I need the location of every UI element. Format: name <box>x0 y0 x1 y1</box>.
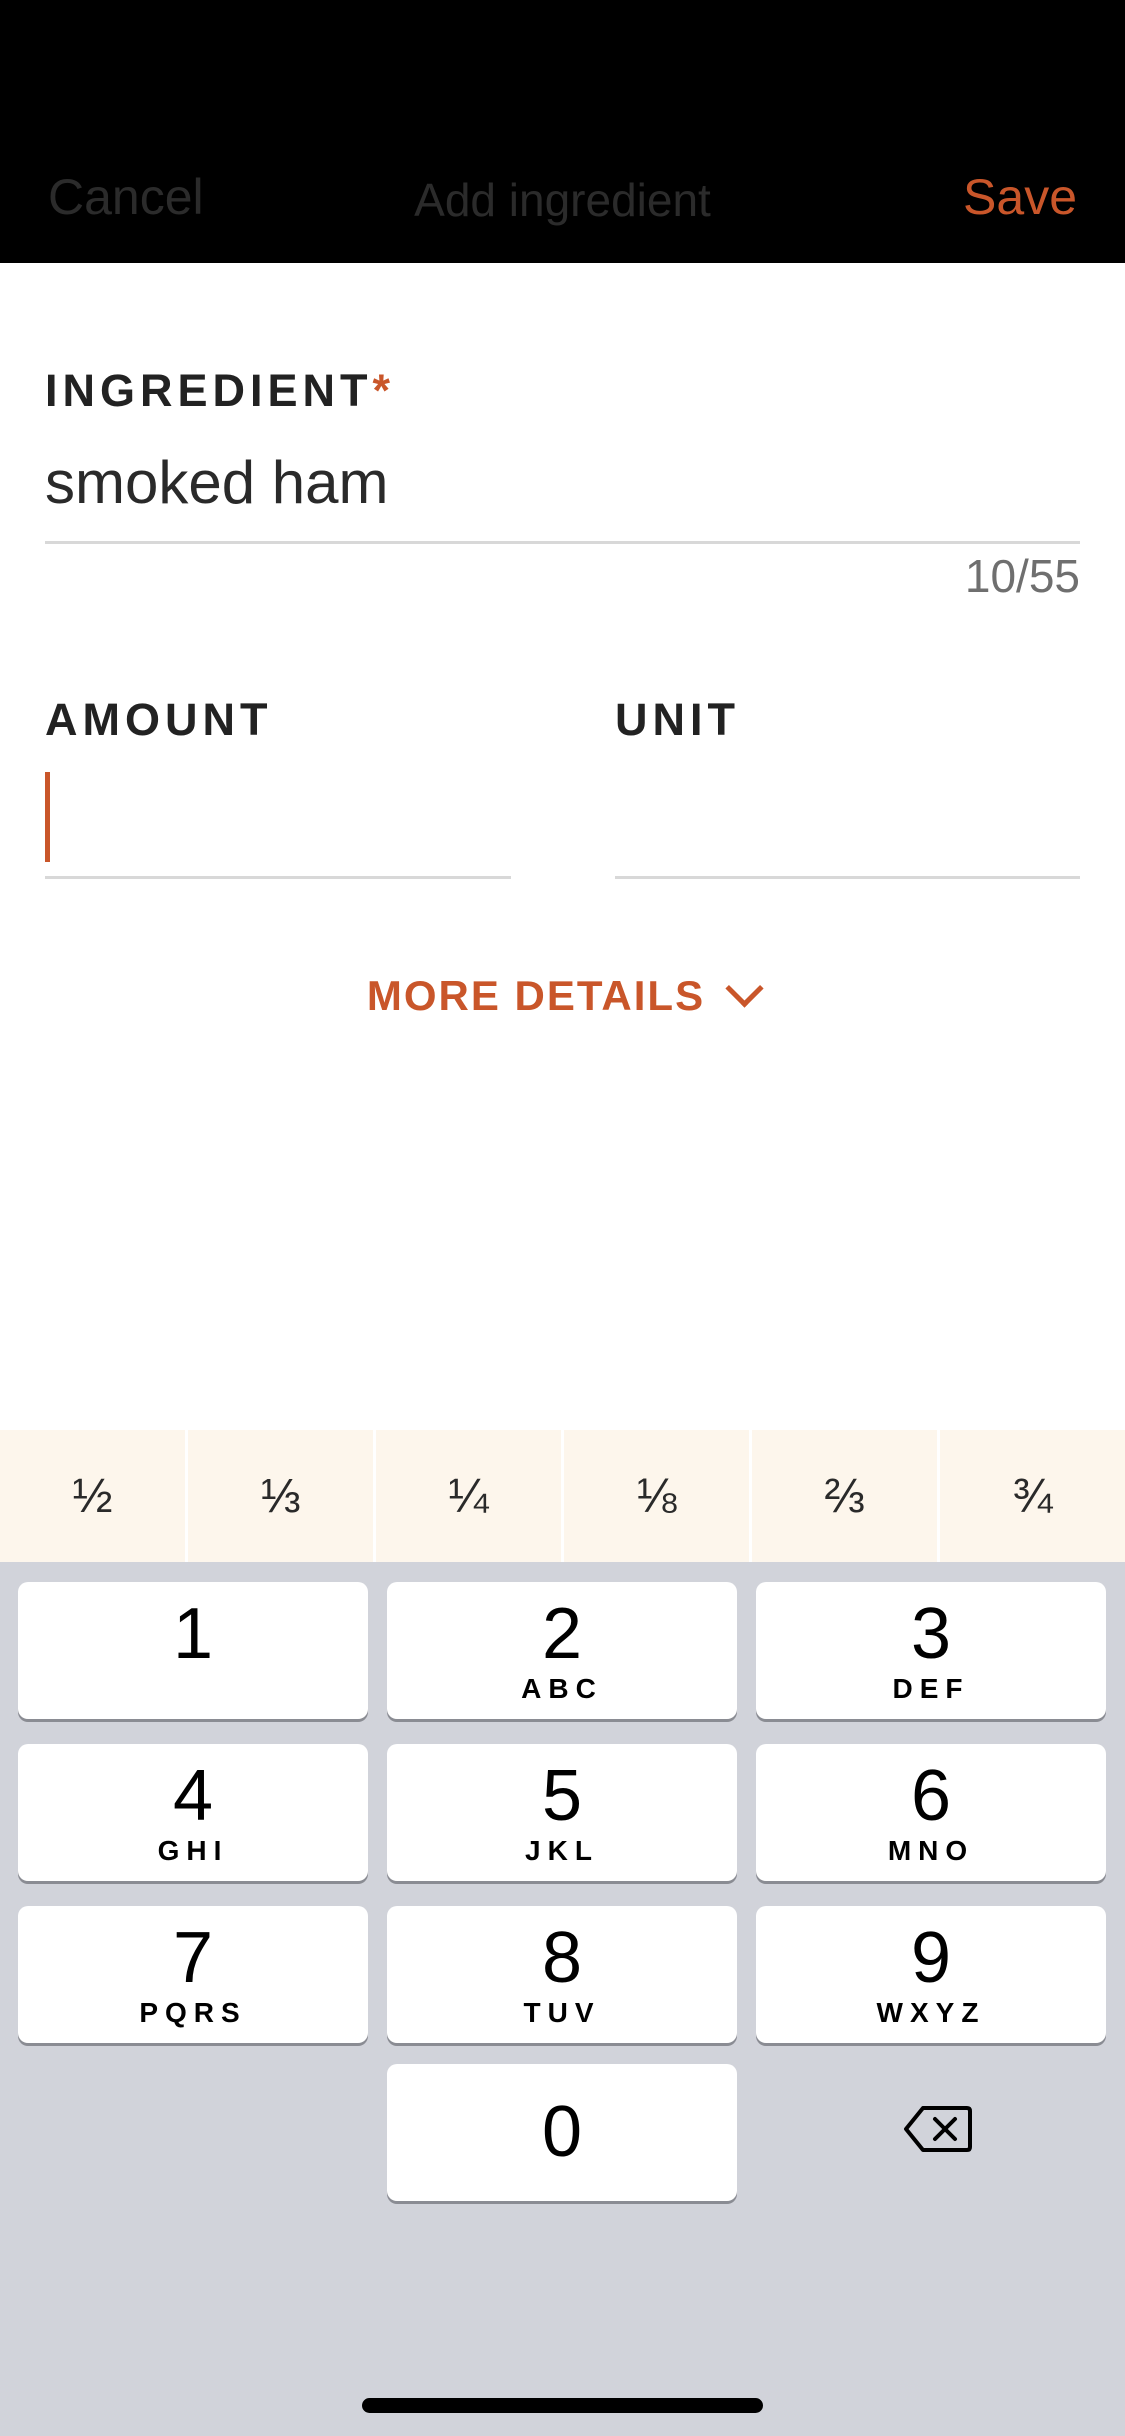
key-5[interactable]: 5 JKL <box>387 1744 737 1881</box>
fraction-key-third[interactable]: ⅓ <box>188 1430 376 1562</box>
character-counter: 10/55 <box>964 550 1080 602</box>
key-digit: 7 <box>172 1918 214 1998</box>
add-ingredient-screen: Cancel Add ingredient Save INGREDIENT* s… <box>0 0 1125 2436</box>
key-1[interactable]: 1 <box>18 1582 368 1719</box>
delete-key[interactable] <box>903 2104 973 2154</box>
key-0[interactable]: 0 <box>387 2064 737 2201</box>
fraction-key-two-thirds[interactable]: ⅔ <box>752 1430 940 1562</box>
more-details-label: MORE DETAILS <box>366 972 706 1019</box>
key-digit: 1 <box>172 1594 214 1674</box>
key-4[interactable]: 4 GHI <box>18 1744 368 1881</box>
home-indicator[interactable] <box>362 2398 763 2413</box>
unit-underline <box>615 876 1080 879</box>
key-digit: 2 <box>541 1594 583 1674</box>
numeric-keypad: 1 2 ABC 3 DEF 4 GHI 5 JKL 6 MNO 7 PQRS 8… <box>0 1562 1125 2436</box>
amount-underline <box>45 876 511 879</box>
ingredient-label: INGREDIENT* <box>45 366 395 416</box>
backspace-icon <box>904 2106 972 2152</box>
amount-input[interactable] <box>45 760 511 870</box>
key-letters: GHI <box>157 1835 229 1866</box>
key-digit: 3 <box>910 1594 952 1674</box>
key-9[interactable]: 9 WXYZ <box>756 1906 1106 2043</box>
more-details-button[interactable]: MORE DETAILS <box>0 968 1125 1024</box>
amount-label: AMOUNT <box>45 694 273 745</box>
key-3[interactable]: 3 DEF <box>756 1582 1106 1719</box>
unit-input[interactable] <box>615 760 1080 870</box>
key-letters: JKL <box>525 1835 599 1866</box>
fraction-bar: ½ ⅓ ¼ ⅛ ⅔ ¾ <box>0 1430 1125 1562</box>
key-8[interactable]: 8 TUV <box>387 1906 737 2043</box>
key-letters: MNO <box>887 1835 975 1866</box>
key-digit: 8 <box>541 1918 583 1998</box>
key-letters: WXYZ <box>876 1997 986 2028</box>
unit-label: UNIT <box>615 694 740 745</box>
page-title: Add ingredient <box>414 174 711 226</box>
ingredient-label-text: INGREDIENT <box>45 365 373 416</box>
fraction-key-half[interactable]: ½ <box>0 1430 188 1562</box>
key-digit: 6 <box>910 1756 952 1836</box>
fraction-key-three-quarters[interactable]: ¾ <box>940 1430 1125 1562</box>
key-digit: 9 <box>910 1918 952 1998</box>
key-7[interactable]: 7 PQRS <box>18 1906 368 2043</box>
fraction-key-eighth[interactable]: ⅛ <box>564 1430 752 1562</box>
nav-header: Cancel Add ingredient Save <box>0 0 1125 263</box>
ingredient-input[interactable]: smoked ham <box>45 448 388 518</box>
ingredient-underline <box>45 541 1080 544</box>
key-6[interactable]: 6 MNO <box>756 1744 1106 1881</box>
fraction-key-quarter[interactable]: ¼ <box>376 1430 564 1562</box>
chevron-down-icon <box>725 969 764 1008</box>
save-button[interactable]: Save <box>963 167 1077 227</box>
required-mark: * <box>372 365 396 416</box>
key-letters: PQRS <box>139 1997 247 2028</box>
key-2[interactable]: 2 ABC <box>387 1582 737 1719</box>
key-digit: 5 <box>541 1756 583 1836</box>
key-digit: 0 <box>541 2092 583 2172</box>
key-letters: ABC <box>521 1673 603 1704</box>
key-letters: TUV <box>523 1997 601 2028</box>
key-digit: 4 <box>172 1756 214 1836</box>
key-letters: DEF <box>892 1673 970 1704</box>
